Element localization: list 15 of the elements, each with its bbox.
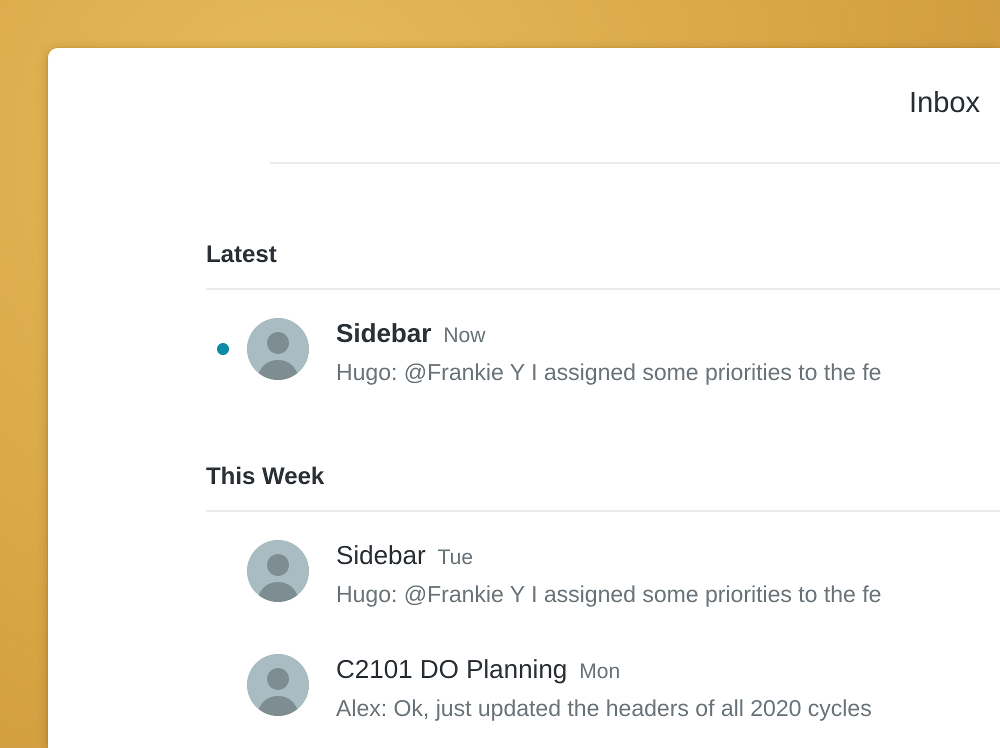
message-preview: Alex: Ok, just updated the headers of all 2020 cycles [336,694,872,722]
timestamp: Tue [438,545,474,571]
conversation-title: C2101 DO Planning [336,654,568,684]
conversation-title: Sidebar [336,540,426,570]
conversation-row[interactable]: Sidebar Tue Hugo: @Frankie Y I assigned some priorities to the fe [206,512,1000,626]
timestamp: Mon [579,659,620,685]
window-title: Inbox [909,87,980,121]
conversation-title: Sidebar [336,318,432,348]
message-preview: Hugo: @Frankie Y I assigned some priorities to the fe [336,580,882,608]
conversation-row[interactable]: C2101 DO Planning Mon Alex: Ok, just updated the headers of all 2020 cycles [206,626,1000,740]
section-heading: Latest [206,241,277,268]
message-preview: Hugo: @Frankie Y I assigned some priorities to the fe [336,358,882,386]
timestamp: Now [443,323,486,349]
section-heading: This Week [206,463,324,490]
conversation-row[interactable]: Sidebar Now Hugo: @Frankie Y I assigned some priorities to the fe [206,290,1000,404]
